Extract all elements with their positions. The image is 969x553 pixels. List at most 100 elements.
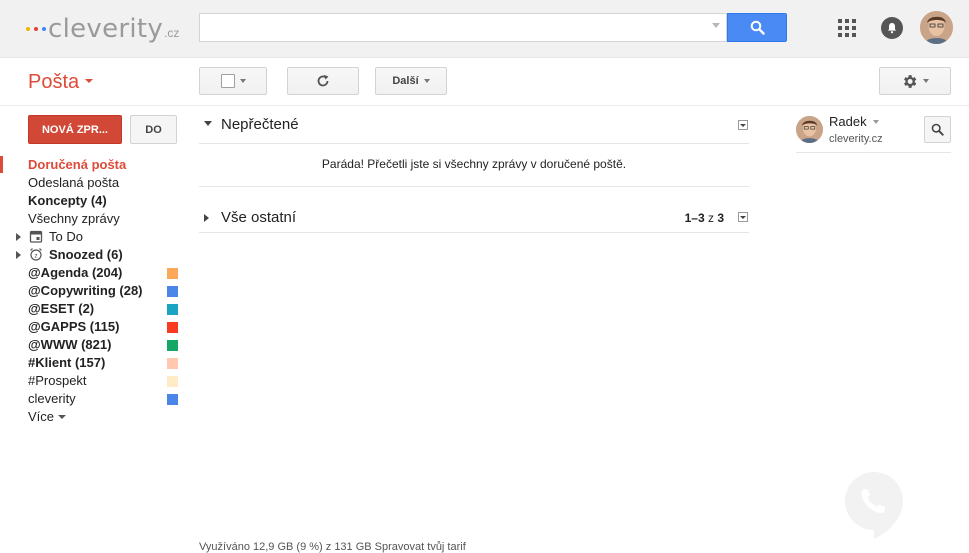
sidebar-item-gapps[interactable]: @GAPPS (115) bbox=[0, 318, 185, 336]
message-range: 1–3 bbox=[684, 211, 705, 225]
sidebar-more-label: Více bbox=[28, 409, 67, 424]
sidebar-item-all-mail[interactable]: Všechny zprávy bbox=[0, 210, 185, 228]
sidebar-item-label: @ESET (2) bbox=[28, 301, 95, 316]
chevron-down-icon bbox=[872, 119, 879, 124]
sidebar-item-label: Všechny zprávy bbox=[28, 211, 120, 226]
sidebar-item-copywriting[interactable]: @Copywriting (28) bbox=[0, 282, 185, 300]
label-color-swatch[interactable] bbox=[167, 358, 178, 369]
do-button[interactable]: DO bbox=[130, 115, 177, 144]
expand-arrow-icon[interactable] bbox=[16, 233, 21, 241]
toolbar-divider bbox=[0, 105, 969, 106]
sidebar-item-prospekt[interactable]: #Prospekt bbox=[0, 372, 185, 390]
svg-text:z: z bbox=[34, 253, 37, 260]
sidebar-item-label: #Prospekt bbox=[28, 373, 87, 388]
label-color-swatch[interactable] bbox=[167, 268, 178, 279]
mail-title-label: Pošta bbox=[28, 71, 80, 93]
logo-tld: .cz bbox=[164, 26, 180, 40]
sidebar-item-label: Odeslaná pošta bbox=[28, 175, 120, 190]
label-color-swatch[interactable] bbox=[167, 340, 178, 351]
unread-empty-row: Paráda! Přečetli jste si všechny zprávy … bbox=[199, 144, 749, 187]
search-button[interactable] bbox=[727, 13, 787, 42]
sidebar-item-label: Snoozed (6) bbox=[49, 247, 123, 262]
contact-search-button[interactable] bbox=[924, 116, 951, 143]
contact-domain: cleverity.cz bbox=[829, 133, 883, 145]
calendar-icon bbox=[29, 230, 43, 243]
sidebar-item-todo[interactable]: To Do bbox=[0, 228, 185, 246]
contact-photo bbox=[796, 116, 823, 143]
sidebar-item-sent[interactable]: Odeslaná pošta bbox=[0, 174, 185, 192]
sidebar-item-agenda[interactable]: @Agenda (204) bbox=[0, 264, 185, 282]
section-title: Nepřečtené bbox=[221, 116, 299, 133]
more-actions-label: Další bbox=[392, 75, 419, 87]
message-total: 3 bbox=[717, 211, 724, 225]
sidebar-item-label: @Copywriting (28) bbox=[28, 283, 143, 298]
search-icon bbox=[931, 123, 944, 136]
sidebar-item-cleverity[interactable]: cleverity bbox=[0, 390, 185, 408]
checkbox-icon bbox=[220, 74, 235, 88]
storage-footer: Využíváno 12,9 GB (9 %) z 131 GB Spravov… bbox=[199, 541, 466, 553]
message-count: 1–3 z 3 bbox=[685, 211, 724, 225]
sidebar-item-label: @GAPPS (115) bbox=[28, 319, 120, 334]
gear-icon bbox=[904, 74, 917, 88]
sidebar-item-eset[interactable]: @ESET (2) bbox=[0, 300, 185, 318]
expand-arrow-icon[interactable] bbox=[204, 214, 209, 222]
section-options-icon[interactable] bbox=[738, 120, 748, 130]
bell-icon bbox=[888, 23, 896, 34]
search-icon bbox=[750, 20, 765, 35]
sidebar-item-label: Koncepty (4) bbox=[28, 193, 107, 208]
chevron-down-icon bbox=[923, 79, 929, 83]
section-options-icon[interactable] bbox=[738, 212, 748, 222]
contact-name: Radek bbox=[829, 114, 867, 129]
cleverity-logo[interactable]: cleverity .cz bbox=[26, 12, 179, 46]
search-options-chevron-icon[interactable] bbox=[712, 23, 720, 28]
label-color-swatch[interactable] bbox=[167, 286, 178, 297]
label-color-swatch[interactable] bbox=[167, 304, 178, 315]
sidebar-item-label: To Do bbox=[49, 229, 83, 244]
sidebar-item-label: Doručená pošta bbox=[28, 157, 127, 172]
logo-dot bbox=[34, 27, 38, 31]
compose-button[interactable]: NOVÁ ZPR... bbox=[28, 115, 122, 144]
phone-call-icon[interactable] bbox=[843, 470, 905, 540]
search-input[interactable] bbox=[199, 13, 727, 42]
more-actions-button[interactable]: Další bbox=[375, 67, 447, 95]
section-everything-header[interactable]: Vše ostatní 1–3 z 3 bbox=[199, 198, 749, 233]
avatar[interactable] bbox=[920, 11, 953, 44]
refresh-icon bbox=[317, 74, 329, 87]
label-color-swatch[interactable] bbox=[167, 376, 178, 387]
chevron-down-icon bbox=[423, 79, 430, 83]
alarm-clock-icon: z bbox=[30, 248, 42, 261]
sidebar-item-snoozed[interactable]: z Snoozed (6) bbox=[0, 246, 185, 264]
refresh-button[interactable] bbox=[287, 67, 359, 95]
sidebar-item-drafts[interactable]: Koncepty (4) bbox=[0, 192, 185, 210]
sidebar-item-www[interactable]: @WWW (821) bbox=[0, 336, 185, 354]
section-title: Vše ostatní bbox=[221, 209, 297, 226]
label-color-swatch[interactable] bbox=[167, 322, 178, 333]
apps-grid-icon[interactable] bbox=[838, 19, 856, 37]
hangouts-contact-card: Radek cleverity.cz bbox=[796, 112, 951, 153]
section-unread-header[interactable]: Nepřečtené bbox=[199, 107, 749, 144]
logo-dot bbox=[42, 27, 46, 31]
expand-arrow-icon[interactable] bbox=[16, 251, 21, 259]
logo-dot bbox=[26, 27, 30, 31]
sidebar-item-klient[interactable]: #Klient (157) bbox=[0, 354, 185, 372]
more-label-text: Více bbox=[28, 409, 55, 424]
settings-button[interactable] bbox=[879, 67, 951, 95]
label-color-swatch[interactable] bbox=[167, 394, 178, 405]
sidebar-item-label: #Klient (157) bbox=[28, 355, 106, 370]
chevron-down-icon bbox=[239, 79, 246, 83]
unread-empty-message: Paráda! Přečetli jste si všechny zprávy … bbox=[321, 157, 627, 171]
logo-brand: cleverity bbox=[48, 14, 164, 44]
sidebar-item-label: @Agenda (204) bbox=[28, 265, 123, 280]
sidebar-item-label: cleverity bbox=[28, 391, 76, 406]
mail-app-switcher[interactable]: Pošta bbox=[28, 71, 94, 94]
sidebar-item-inbox[interactable]: Doručená pošta bbox=[0, 156, 185, 174]
collapse-arrow-icon[interactable] bbox=[204, 121, 212, 126]
chevron-down-icon bbox=[85, 78, 94, 83]
contact-name-button[interactable]: Radek bbox=[829, 114, 879, 129]
user-photo bbox=[920, 11, 953, 44]
notifications-button[interactable] bbox=[881, 17, 903, 39]
sidebar-item-label: @WWW (821) bbox=[28, 337, 112, 352]
contact-avatar[interactable] bbox=[796, 116, 823, 143]
select-all-button[interactable] bbox=[199, 67, 267, 95]
sidebar-more-toggle[interactable]: Více bbox=[0, 408, 185, 426]
